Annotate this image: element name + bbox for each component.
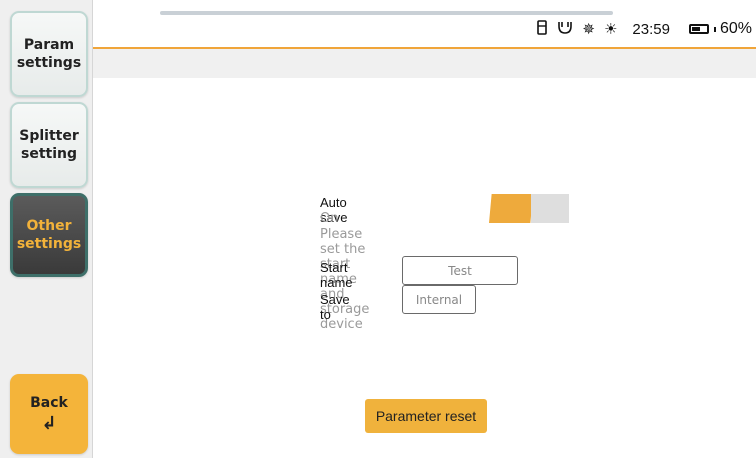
- toggle-off-segment: [531, 194, 569, 223]
- save-to-label: Save to: [320, 292, 350, 322]
- return-arrow-icon: ↲: [41, 413, 57, 434]
- header-band: [93, 49, 756, 78]
- back-label: Back: [30, 395, 68, 411]
- battery-icon: [688, 24, 709, 34]
- save-to-select[interactable]: Internal: [402, 285, 476, 314]
- horizontal-scroll-indicator: [160, 11, 613, 15]
- sidebar-item-label: Other settings: [16, 218, 82, 252]
- battery-percent: 60%: [719, 20, 752, 37]
- brightness-icon: ✵: [582, 20, 595, 38]
- back-button[interactable]: Back ↲: [10, 374, 88, 454]
- start-name-label: Start name: [320, 260, 353, 290]
- auto-save-state: On: [320, 211, 339, 226]
- status-bar: ✵ ☀ 23:59 60%: [536, 18, 752, 40]
- battery-indicator: 60%: [688, 20, 752, 38]
- toggle-on-segment: [489, 194, 533, 223]
- start-name-input[interactable]: Test: [402, 256, 518, 285]
- sidebar-item-param-settings[interactable]: Param settings: [10, 11, 88, 97]
- parameter-reset-button[interactable]: Parameter reset: [365, 399, 487, 433]
- sidebar-item-label: Param settings: [16, 37, 82, 71]
- sidebar-item-other-settings[interactable]: Other settings: [10, 193, 88, 277]
- sidebar: Param settings Splitter setting Other se…: [0, 0, 93, 458]
- usb-icon: [536, 19, 548, 39]
- sidebar-item-splitter-setting[interactable]: Splitter setting: [10, 102, 88, 188]
- clock: 23:59: [632, 20, 670, 38]
- auto-save-toggle[interactable]: [489, 194, 569, 223]
- sidebar-item-label: Splitter setting: [19, 128, 79, 162]
- plug-icon: [557, 20, 573, 39]
- sun-icon: ☀: [603, 20, 618, 38]
